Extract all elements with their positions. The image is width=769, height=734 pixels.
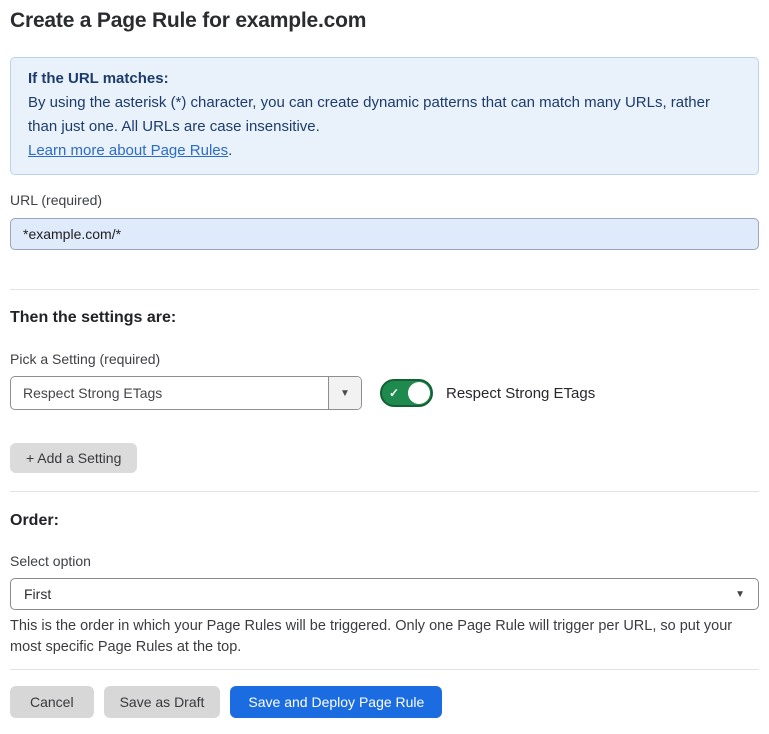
pick-setting-label: Pick a Setting (required)	[10, 351, 759, 368]
page-title: Create a Page Rule for example.com	[10, 8, 759, 34]
info-box-link-line: Learn more about Page Rules.	[28, 139, 741, 163]
add-setting-button[interactable]: + Add a Setting	[10, 443, 137, 473]
chevron-down-icon: ▼	[735, 589, 745, 600]
order-help-text: This is the order in which your Page Rul…	[10, 616, 759, 658]
check-icon: ✓	[389, 387, 399, 399]
section-divider	[10, 289, 759, 290]
chevron-down-icon[interactable]: ▼	[328, 377, 361, 409]
setting-select-value: Respect Strong ETags	[11, 377, 328, 409]
etags-toggle[interactable]: ✓	[380, 379, 433, 407]
toggle-knob	[408, 382, 430, 404]
settings-section-heading: Then the settings are:	[10, 308, 759, 328]
save-as-draft-button[interactable]: Save as Draft	[104, 686, 221, 718]
save-and-deploy-button[interactable]: Save and Deploy Page Rule	[230, 686, 442, 718]
info-box-heading: If the URL matches:	[28, 67, 741, 91]
footer-button-row: Cancel Save as Draft Save and Deploy Pag…	[10, 686, 759, 718]
url-input[interactable]	[10, 218, 759, 250]
toggle-label: Respect Strong ETags	[446, 385, 595, 402]
section-divider	[10, 669, 759, 670]
cancel-button[interactable]: Cancel	[10, 686, 94, 718]
url-label: URL (required)	[10, 192, 759, 209]
order-section-heading: Order:	[10, 511, 759, 531]
order-select[interactable]: First ▼	[10, 578, 759, 610]
order-select-label: Select option	[10, 553, 759, 570]
info-box-body: By using the asterisk (*) character, you…	[28, 91, 741, 139]
order-select-value: First	[24, 586, 735, 602]
create-page-rule-form: Create a Page Rule for example.com If th…	[0, 0, 769, 734]
section-divider	[10, 491, 759, 492]
learn-more-link[interactable]: Learn more about Page Rules	[28, 142, 228, 159]
url-match-info-box: If the URL matches: By using the asteris…	[10, 57, 759, 175]
setting-select[interactable]: Respect Strong ETags ▼	[10, 376, 362, 410]
setting-row: Respect Strong ETags ▼ ✓ Respect Strong …	[10, 376, 759, 410]
link-suffix: .	[228, 142, 232, 159]
